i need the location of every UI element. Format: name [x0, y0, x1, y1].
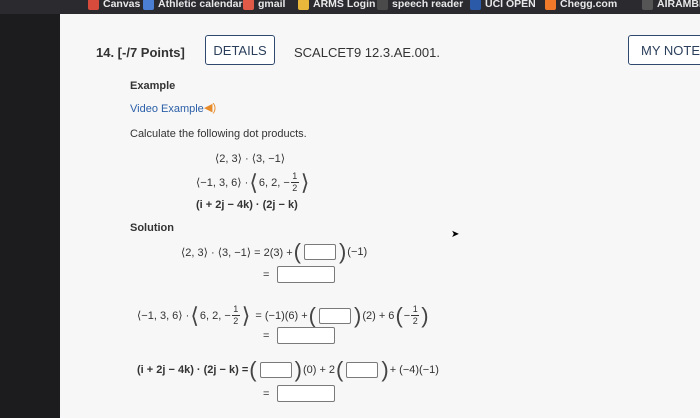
answer-box-5[interactable]	[259, 362, 292, 378]
question-number: 14. [-/7 Points]	[96, 45, 185, 60]
bookmark-item[interactable]: Chegg.com	[545, 0, 617, 12]
answer-box-6[interactable]	[346, 362, 379, 378]
bookmark-item[interactable]: UCI OPEN	[470, 0, 536, 12]
bookmark-item[interactable]: speech reader	[377, 0, 463, 12]
example-line-2-inner: 6, 2, −	[258, 176, 290, 189]
bookmark-item[interactable]: Athletic calendar	[143, 0, 243, 12]
equals-sign: =	[263, 329, 270, 342]
fraction-numerator: 1	[292, 171, 298, 181]
bookmark-favicon-icon	[642, 0, 653, 10]
open-paren-icon: (	[395, 302, 403, 328]
bookmark-label: ARMS Login	[313, 0, 376, 10]
left-angle-icon: ⟨	[249, 169, 258, 195]
open-paren-icon: (	[308, 302, 316, 328]
bookmark-item[interactable]: gmail	[243, 0, 285, 12]
question-panel	[60, 14, 700, 418]
open-paren-icon: (	[293, 239, 301, 264]
bookmark-item[interactable]: AIRAMBE	[642, 0, 700, 12]
open-paren-icon: (	[336, 357, 344, 382]
close-paren-icon: )	[421, 302, 429, 328]
solution-row-4: =	[263, 327, 337, 344]
bookmark-item[interactable]: ARMS Login	[298, 0, 375, 12]
solution-row-3: ⟨−1, 3, 6⟩ · ⟨ 6, 2, − 1 2 ⟩ = (−1)(6) +…	[137, 302, 430, 328]
bookmark-item[interactable]: Canvas	[88, 0, 140, 12]
answer-box-4[interactable]	[277, 327, 336, 344]
solution-row-3-mid: = (−1)(6) +	[255, 309, 308, 322]
solution-row-3-b: (2) + 6	[362, 309, 395, 322]
bookmark-favicon-icon	[470, 0, 481, 10]
fraction-half: 1 2	[290, 171, 299, 193]
fraction-numerator: 1	[233, 304, 239, 314]
solution-row-5-b: + (−4)(−1)	[389, 364, 439, 376]
fraction-numerator: 1	[412, 304, 418, 314]
solution-row-5: (i + 2j − 4k) · (2j − k) = ( ) (0) + 2 (…	[137, 357, 439, 382]
solution-row-1-right: (−1)	[347, 246, 368, 258]
speaker-icon[interactable]: ◀)	[204, 101, 216, 114]
fraction-half: 1 2	[411, 304, 420, 326]
solution-row-3-left-a: ⟨−1, 3, 6⟩ ·	[137, 310, 190, 322]
bookmark-favicon-icon	[143, 0, 154, 10]
bookmark-favicon-icon	[377, 0, 388, 10]
bookmark-label: Chegg.com	[560, 0, 618, 10]
bookmark-favicon-icon	[298, 0, 309, 10]
example-line-2-prefix: ⟨−1, 3, 6⟩ ·	[196, 177, 249, 189]
equals-sign: =	[263, 387, 270, 400]
bookmark-label: Athletic calendar	[158, 0, 243, 10]
right-angle-icon: ⟩	[300, 169, 310, 195]
solution-row-1-left: ⟨2, 3⟩ · ⟨3, −1⟩ = 2(3) +	[181, 246, 293, 259]
close-paren-icon: )	[338, 239, 347, 264]
example-line-1: ⟨2, 3⟩ · ⟨3, −1⟩	[215, 153, 286, 165]
mouse-cursor-icon: ➤	[451, 229, 460, 240]
bookmark-favicon-icon	[88, 0, 99, 10]
solution-heading: Solution	[130, 222, 174, 234]
answer-box-2[interactable]	[277, 266, 336, 283]
bookmark-label: Canvas	[103, 0, 141, 10]
solution-row-1: ⟨2, 3⟩ · ⟨3, −1⟩ = 2(3) + ( ) (−1)	[181, 239, 368, 264]
fraction-denominator: 2	[292, 183, 298, 193]
solution-row-5-a: (0) + 2	[302, 364, 336, 376]
solution-row-2: =	[263, 266, 337, 283]
bookmarks-bar: Canvas Athletic calendar gmail ARMS Login sp…	[0, 0, 700, 14]
close-paren-icon: )	[381, 357, 389, 382]
open-paren-icon: (	[249, 357, 257, 382]
question-code: SCALCET9 12.3.AE.001.	[294, 45, 440, 60]
close-paren-icon: )	[354, 302, 362, 328]
details-button[interactable]: DETAILS	[205, 35, 275, 65]
bookmark-label: AIRAMBE	[657, 0, 700, 10]
fraction-denominator: 2	[412, 316, 418, 326]
answer-box-3[interactable]	[319, 307, 351, 324]
fraction-half: 1 2	[231, 304, 240, 326]
instruction-text: Calculate the following dot products.	[130, 128, 307, 140]
solution-row-3-left-b: 6, 2, −	[199, 309, 231, 322]
example-line-3: (i + 2j − 4k) · (2j − k)	[196, 199, 298, 211]
solution-row-6: =	[263, 385, 337, 402]
answer-box-1[interactable]	[303, 244, 336, 260]
right-angle-icon: ⟩	[241, 302, 251, 328]
example-heading: Example	[130, 80, 176, 92]
fraction-denominator: 2	[233, 316, 239, 326]
bookmark-label: speech reader	[392, 0, 464, 10]
bookmark-favicon-icon	[545, 0, 556, 10]
solution-row-5-left: (i + 2j − 4k) · (2j − k) =	[137, 364, 249, 376]
left-angle-icon: ⟨	[190, 302, 199, 328]
equals-sign: =	[263, 268, 270, 281]
solution-row-3-c: −	[403, 309, 411, 322]
bookmark-favicon-icon	[243, 0, 254, 10]
bookmark-label: gmail	[258, 0, 286, 10]
example-line-2: ⟨−1, 3, 6⟩ · ⟨ 6, 2, − 1 2 ⟩	[196, 169, 310, 195]
bookmark-label: UCI OPEN	[485, 0, 536, 10]
video-example-link[interactable]: Video Example	[130, 103, 204, 115]
answer-box-7[interactable]	[277, 385, 336, 402]
left-edge	[0, 14, 60, 418]
close-paren-icon: )	[294, 357, 302, 382]
my-notes-button[interactable]: MY NOTES	[628, 35, 700, 65]
